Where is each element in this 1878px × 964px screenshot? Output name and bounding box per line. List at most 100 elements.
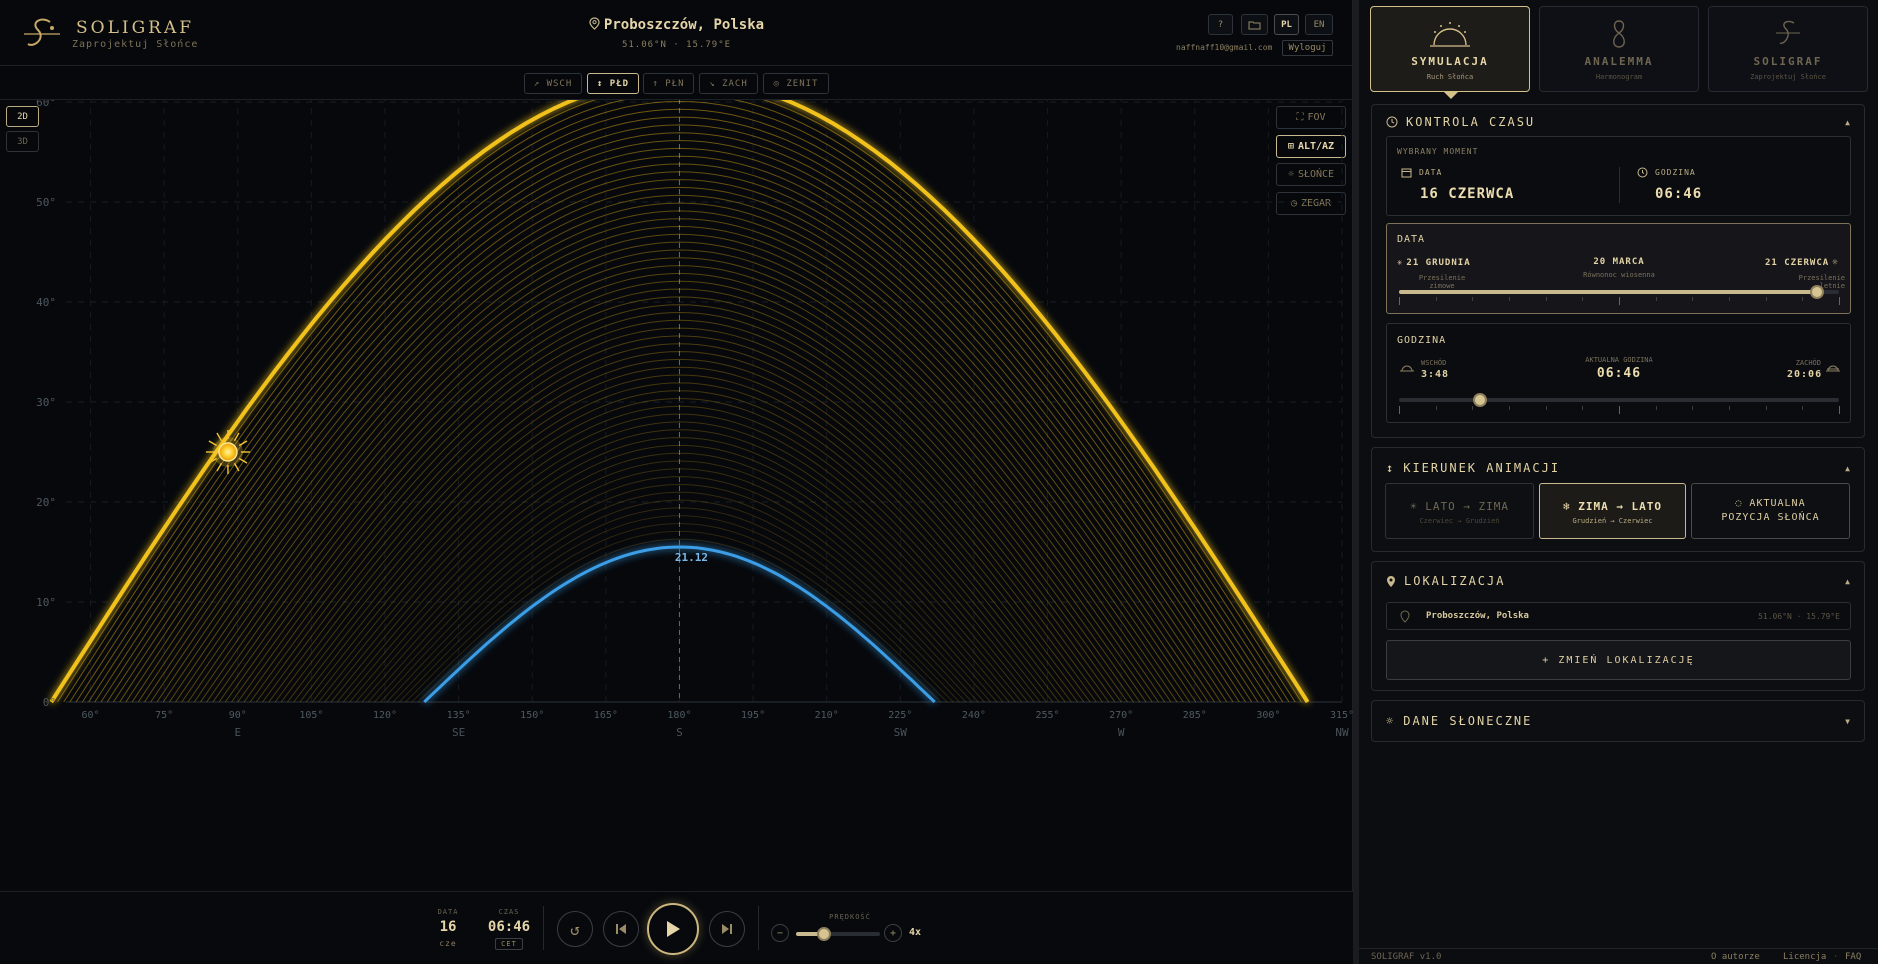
sun-disc (218, 442, 238, 462)
date-ticks (1399, 297, 1840, 305)
current-location-coords: 51.06°N · 15.79°E (1758, 612, 1840, 621)
user-email: naffnaff10@gmail.com (1176, 43, 1273, 52)
panel-footer: SOLIGRAF v1.0 O autorze Licencja · FAQ (1359, 948, 1878, 964)
lang-pl-button[interactable]: PL (1274, 14, 1299, 35)
minus-icon: − (776, 927, 784, 939)
selected-moment-card: WYBRANY MOMENT DATA 16 CZERWCA GODZINA 0… (1386, 136, 1851, 216)
summer-to-winter-button[interactable]: ☀ LATO → ZIMA Czerwiec → Grudzień (1385, 483, 1534, 539)
current-position-button[interactable]: ◌ AKTUALNA POZYCJA SŁOŃCA (1691, 483, 1850, 539)
sunrise-caption: WSCHÓD (1421, 359, 1447, 367)
x-tick-label: 240° (962, 710, 986, 721)
collapse-icon[interactable]: ▲ (1845, 464, 1850, 473)
license-link[interactable]: Licencja (1783, 952, 1826, 962)
help-button[interactable]: ? (1208, 14, 1233, 35)
collapse-icon[interactable]: ▲ (1845, 577, 1850, 586)
winter-to-summer-label: ❄ ZIMA → LATO (1562, 500, 1663, 513)
app-version: SOLIGRAF v1.0 (1371, 952, 1442, 962)
lang-en-button[interactable]: EN (1305, 14, 1333, 35)
logout-button[interactable]: Wyloguj (1282, 40, 1333, 56)
step-back-button[interactable] (603, 911, 639, 947)
slider-tick (1619, 297, 1620, 305)
solar-data-title: DANE SŁONECZNE (1403, 714, 1533, 728)
sun-icon: ☼ (1386, 714, 1396, 728)
vertical-arrows-icon: ↕ (1386, 461, 1396, 475)
animation-direction-header[interactable]: ↕ KIERUNEK ANIMACJI (1386, 461, 1560, 475)
view-south-button[interactable]: ↕ PŁD (587, 73, 639, 94)
tab-analemma[interactable]: ANALEMMA Harmonogram (1539, 6, 1699, 92)
speed-minus-button[interactable]: − (771, 924, 789, 942)
tab-simulation-sub: Ruch Słońca (1426, 73, 1474, 81)
slider-tick (1509, 297, 1510, 301)
summer-solstice-date: 21 CZERWCA (1765, 258, 1830, 268)
tab-simulation-title: SYMULACJA (1411, 55, 1489, 68)
sunrise-icon (1400, 365, 1414, 372)
folder-button[interactable] (1241, 14, 1268, 35)
slider-tick (1399, 297, 1400, 305)
compass-label: S (676, 726, 683, 739)
slider-tick (1655, 406, 1657, 410)
selected-moment-label: WYBRANY MOMENT (1397, 147, 1479, 156)
slider-tick (1839, 406, 1840, 414)
y-tick-label: 50° (36, 196, 56, 209)
x-tick-label: 195° (741, 710, 765, 721)
tab-simulation[interactable]: SYMULACJA Ruch Słońca (1370, 6, 1530, 92)
moment-hour-label: GODZINA (1655, 168, 1696, 177)
slider-tick (1435, 406, 1437, 410)
date-caption: DATA (437, 908, 459, 916)
tab-soligraf[interactable]: SOLIGRAF Zaprojektuj Słońce (1708, 6, 1868, 92)
timezone-badge: CET (495, 938, 523, 950)
calendar-icon (1401, 168, 1412, 178)
divider (543, 906, 544, 950)
view-zenith-button[interactable]: ◎ ZENIT (763, 73, 829, 94)
slider-tick (1729, 406, 1730, 410)
play-button[interactable] (647, 903, 699, 955)
solar-data-section[interactable]: ☼ DANE SŁONECZNE ▼ (1371, 700, 1865, 742)
clock-icon (1637, 167, 1648, 178)
x-tick-label: 255° (1035, 710, 1059, 721)
view-east-button[interactable]: ↗ WSCH (524, 73, 582, 94)
equinox-date: 20 MARCA (1593, 257, 1645, 267)
x-tick-label: 285° (1183, 710, 1207, 721)
about-link[interactable]: O autorze (1711, 952, 1760, 962)
compass-label: SE (452, 726, 465, 739)
location-section: LOKALIZACJA ▲ Proboszczów, Polska 51.06°… (1371, 561, 1865, 691)
location-title[interactable]: Proboszczów, Polska (0, 17, 1353, 33)
speed-handle[interactable] (816, 927, 831, 941)
view-north-button[interactable]: ↑ PŁN (643, 73, 694, 94)
time-control-header[interactable]: KONTROLA CZASU (1386, 115, 1535, 129)
hour-slider-handle[interactable] (1473, 393, 1488, 407)
summer-solstice-sub: Przesilenie letnie (1798, 274, 1845, 290)
speed-value: 4x (909, 927, 922, 938)
clock-icon (1386, 116, 1398, 128)
change-location-button[interactable]: + ZMIEŃ LOKALIZACJĘ (1386, 640, 1851, 680)
solar-data-header[interactable]: ☼ DANE SŁONECZNE (1386, 714, 1532, 728)
slider-tick (1802, 406, 1804, 410)
location-coords: 51.06°N · 15.79°E (621, 40, 732, 50)
animation-direction-title: KIERUNEK ANIMACJI (1403, 461, 1561, 475)
time-value: 06:46 (487, 919, 531, 935)
date-section-title: DATA (1397, 234, 1426, 245)
y-tick-label: 0° (43, 696, 56, 709)
step-forward-button[interactable] (709, 911, 745, 947)
current-hour: 06:46 (1596, 366, 1642, 381)
compass-label: E (234, 726, 241, 739)
y-tick-label: 60° (36, 100, 56, 109)
expand-icon[interactable]: ▼ (1845, 717, 1850, 726)
current-location-name: Proboszczów, Polska (1426, 611, 1529, 621)
tab-analemma-sub: Harmonogram (1595, 73, 1643, 81)
speed-plus-button[interactable]: + (884, 924, 902, 942)
collapse-icon[interactable]: ▲ (1845, 118, 1850, 127)
hour-slider[interactable] (1399, 398, 1839, 402)
sun-path-chart[interactable]: 0° 10° 20° 30° 40° 50° 60° 60° 75° 90° 105° 120° 135… (0, 100, 1353, 840)
tab-soligraf-title: SOLIGRAF (1753, 55, 1823, 68)
reset-button[interactable]: ↺ (557, 911, 593, 947)
location-header[interactable]: LOKALIZACJA (1386, 574, 1505, 588)
winter-to-summer-button[interactable]: ❄ ZIMA → LATO Grudzień → Czerwiec (1539, 483, 1686, 539)
faq-link[interactable]: FAQ (1845, 952, 1861, 962)
folder-icon (1248, 21, 1261, 29)
winter-solstice-label: ✳ 21 GRUDNIA (1397, 258, 1471, 268)
view-west-button[interactable]: ↘ ZACH (699, 73, 758, 94)
slider-tick (1545, 406, 1547, 410)
x-tick-label: 150° (520, 710, 544, 721)
map-pin-icon (1400, 610, 1410, 623)
